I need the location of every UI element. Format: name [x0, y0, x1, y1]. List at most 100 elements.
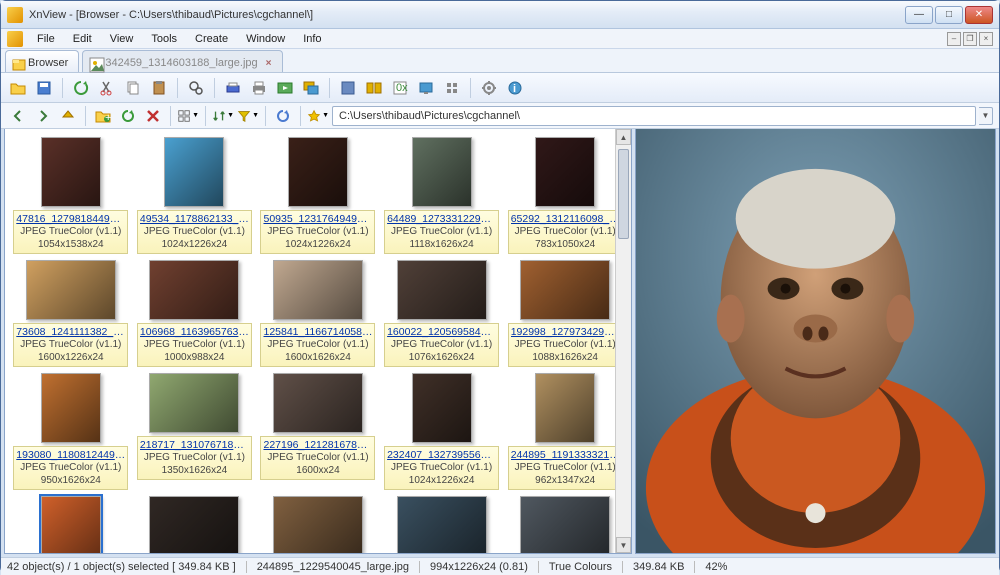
menu-window[interactable]: Window	[238, 31, 293, 47]
window-minimize-button[interactable]: —	[905, 6, 933, 24]
thumbnail-filename: 227196_1212816786_la...	[263, 439, 372, 452]
thumbnail-image	[535, 373, 595, 443]
thumbnail-item[interactable]: 65292_1312116098_largeJPEG TrueColor (v1…	[505, 137, 625, 254]
status-size: 349.84 KB	[633, 561, 684, 573]
menu-edit[interactable]: Edit	[65, 31, 100, 47]
svg-text:i: i	[513, 83, 516, 95]
tab-image[interactable]: 342459_1314603188_large.jpg ×	[82, 50, 282, 72]
compare-button[interactable]	[363, 77, 385, 99]
sort-button[interactable]: ▼	[212, 105, 234, 127]
copy-button[interactable]	[122, 77, 144, 99]
print-button[interactable]	[248, 77, 270, 99]
nav-forward-button[interactable]	[32, 105, 54, 127]
filter-button[interactable]: ▼	[237, 105, 259, 127]
tab-browser[interactable]: Browser	[5, 50, 79, 72]
browser-nav-toolbar: + ▼ ▼ ▼ ▼ C:\Users\thibaud\Pictures\cgch…	[1, 103, 999, 129]
thumbnail-item[interactable]: 73608_1241111382_largeJPEG TrueColor (v1…	[11, 260, 131, 367]
refresh-button[interactable]	[70, 77, 92, 99]
thumbnail-item[interactable]: 192998_1279734291_la...JPEG TrueColor (v…	[505, 260, 625, 367]
thumbnail-item[interactable]: 64489_1273331229_largeJPEG TrueColor (v1…	[382, 137, 502, 254]
path-dropdown-button[interactable]: ▼	[979, 107, 993, 125]
thumbnail-item[interactable]: 160022_1205695844_la...JPEG TrueColor (v…	[382, 260, 502, 367]
slideshow-button[interactable]	[274, 77, 296, 99]
thumbnail-format: JPEG TrueColor (v1.1)	[263, 339, 372, 352]
thumbnail-item[interactable]: 50935_1231764949_largeJPEG TrueColor (v1…	[258, 137, 378, 254]
thumbnail-item[interactable]	[135, 496, 255, 553]
thumbnail-item[interactable]: 47816_1279818449_largeJPEG TrueColor (v1…	[11, 137, 131, 254]
favorites-button[interactable]: ▼	[307, 105, 329, 127]
status-separator	[538, 561, 539, 573]
window-close-button[interactable]: ✕	[965, 6, 993, 24]
window-maximize-button[interactable]: □	[935, 6, 963, 24]
scanner-button[interactable]	[222, 77, 244, 99]
toolbar-separator	[205, 106, 206, 126]
svg-text:+: +	[105, 112, 111, 124]
paste-button[interactable]	[148, 77, 170, 99]
mdi-minimize-button[interactable]: –	[947, 32, 961, 46]
cut-button[interactable]	[96, 77, 118, 99]
convert-button[interactable]	[300, 77, 322, 99]
rebuild-thumbs-button[interactable]	[272, 105, 294, 127]
thumbnail-image	[412, 137, 472, 207]
mdi-restore-button[interactable]: ❐	[963, 32, 977, 46]
hex-view-button[interactable]: 0x	[389, 77, 411, 99]
open-button[interactable]	[7, 77, 29, 99]
thumbnail-item[interactable]	[11, 496, 131, 553]
thumbnail-item[interactable]	[505, 496, 625, 553]
nav-back-button[interactable]	[7, 105, 29, 127]
new-folder-button[interactable]: +	[92, 105, 114, 127]
toolbar-separator	[170, 106, 171, 126]
thumbnail-filename: 106968_1163965763_la...	[140, 326, 249, 339]
thumbnail-item[interactable]: 125841_1166714058_la...JPEG TrueColor (v…	[258, 260, 378, 367]
thumbnail-item[interactable]: 218717_1310767180_la...JPEG TrueColor (v…	[135, 373, 255, 490]
tab-close-icon[interactable]: ×	[266, 58, 272, 69]
thumbnail-caption: 192998_1279734291_la...JPEG TrueColor (v…	[508, 323, 623, 367]
vertical-scrollbar[interactable]: ▲ ▼	[615, 129, 631, 553]
thumbnail-filename: 232407_1327395565_la...	[387, 449, 496, 462]
mdi-close-button[interactable]: ×	[979, 32, 993, 46]
thumbnail-caption: 64489_1273331229_largeJPEG TrueColor (v1…	[384, 210, 499, 254]
thumbnail-item[interactable]	[258, 496, 378, 553]
scroll-track[interactable]	[616, 145, 631, 537]
path-input[interactable]: C:\Users\thibaud\Pictures\cgchannel\	[332, 106, 976, 126]
scroll-down-button[interactable]: ▼	[616, 537, 631, 553]
menu-file[interactable]: File	[29, 31, 63, 47]
menu-create[interactable]: Create	[187, 31, 236, 47]
status-separator	[694, 561, 695, 573]
thumbnail-item[interactable]: 232407_1327395565_la...JPEG TrueColor (v…	[382, 373, 502, 490]
fullscreen-button[interactable]	[337, 77, 359, 99]
toolbar-separator	[214, 78, 215, 98]
menu-view[interactable]: View	[102, 31, 142, 47]
wallpaper-button[interactable]	[415, 77, 437, 99]
thumbnail-item[interactable]: 227196_1212816786_la...JPEG TrueColor (v…	[258, 373, 378, 490]
thumbnail-item[interactable]: 49534_1178862133_largeJPEG TrueColor (v1…	[135, 137, 255, 254]
scroll-up-button[interactable]: ▲	[616, 129, 631, 145]
thumbnail-image	[41, 373, 101, 443]
find-button[interactable]	[185, 77, 207, 99]
nav-up-button[interactable]	[57, 105, 79, 127]
scroll-thumb[interactable]	[618, 149, 629, 239]
delete-button[interactable]	[142, 105, 164, 127]
thumbnail-format: JPEG TrueColor (v1.1)	[263, 452, 372, 465]
menu-tools[interactable]: Tools	[143, 31, 185, 47]
thumbnail-dims: 1054x1538x24	[16, 239, 125, 252]
thumbnail-item[interactable]: 193080_1180812449_la...JPEG TrueColor (v…	[11, 373, 131, 490]
fit-button[interactable]	[441, 77, 463, 99]
menu-info[interactable]: Info	[295, 31, 329, 47]
dropdown-arrow-icon: ▼	[227, 112, 234, 119]
view-mode-button[interactable]: ▼	[177, 105, 199, 127]
thumbnail-image	[520, 496, 610, 553]
save-button[interactable]	[33, 77, 55, 99]
content-area: 47816_1279818449_largeJPEG TrueColor (v1…	[1, 129, 999, 557]
thumbnail-item[interactable]: 244895_1191333321_la...JPEG TrueColor (v…	[505, 373, 625, 490]
thumbnail-item[interactable]: 106968_1163965763_la...JPEG TrueColor (v…	[135, 260, 255, 367]
path-text: C:\Users\thibaud\Pictures\cgchannel\	[339, 110, 520, 122]
thumbnail-filename: 65292_1312116098_large	[511, 213, 620, 226]
options-button[interactable]	[478, 77, 500, 99]
refresh-folder-button[interactable]	[117, 105, 139, 127]
thumbnail-caption: 49534_1178862133_largeJPEG TrueColor (v1…	[137, 210, 252, 254]
thumbnail-dims: 1600x1626x24	[263, 352, 372, 365]
thumbnail-item[interactable]	[382, 496, 502, 553]
about-button[interactable]: i	[504, 77, 526, 99]
preview-image[interactable]	[636, 129, 995, 553]
